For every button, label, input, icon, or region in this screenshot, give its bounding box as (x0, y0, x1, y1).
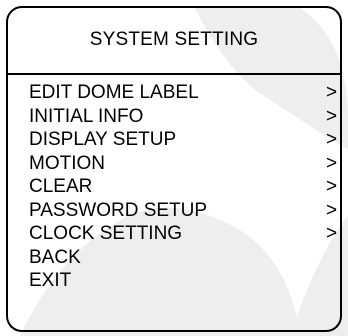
menu-item-label: EXIT (29, 270, 72, 291)
menu-item-label: INITIAL INFO (29, 105, 144, 127)
menu-item-initial-info[interactable]: INITIAL INFO > (8, 105, 340, 129)
menu-item-label: CLOCK SETTING (29, 223, 183, 244)
menu-item-back[interactable]: BACK (8, 246, 340, 270)
menu-item-label: MOTION (29, 152, 105, 174)
menu-item-exit[interactable]: EXIT (8, 269, 340, 293)
title-divider (8, 73, 340, 75)
submenu-arrow-icon: > (326, 223, 338, 244)
submenu-arrow-icon: > (326, 152, 338, 174)
menu-item-motion[interactable]: MOTION > (8, 152, 340, 176)
submenu-arrow-icon: > (326, 129, 338, 150)
submenu-arrow-icon: > (326, 105, 338, 127)
menu-item-display-setup[interactable]: DISPLAY SETUP > (8, 128, 340, 152)
menu-item-label: CLEAR (29, 176, 93, 197)
menu-item-label: BACK (29, 246, 81, 268)
menu-item-label: PASSWORD SETUP (29, 199, 208, 221)
submenu-arrow-icon: > (326, 176, 338, 197)
system-setting-menu-panel: SYSTEM SETTING EDIT DOME LABEL > INITIAL… (6, 6, 342, 332)
submenu-arrow-icon: > (326, 82, 338, 103)
menu-item-clock-setting[interactable]: CLOCK SETTING > (8, 222, 340, 246)
menu-item-clear[interactable]: CLEAR > (8, 175, 340, 199)
menu-item-edit-dome-label[interactable]: EDIT DOME LABEL > (8, 81, 340, 105)
menu-item-label: DISPLAY SETUP (29, 129, 177, 150)
submenu-arrow-icon: > (326, 199, 338, 221)
menu-item-label: EDIT DOME LABEL (29, 82, 199, 103)
menu-item-password-setup[interactable]: PASSWORD SETUP > (8, 199, 340, 223)
menu-list: EDIT DOME LABEL > INITIAL INFO > DISPLAY… (8, 81, 340, 293)
menu-title: SYSTEM SETTING (89, 29, 259, 50)
